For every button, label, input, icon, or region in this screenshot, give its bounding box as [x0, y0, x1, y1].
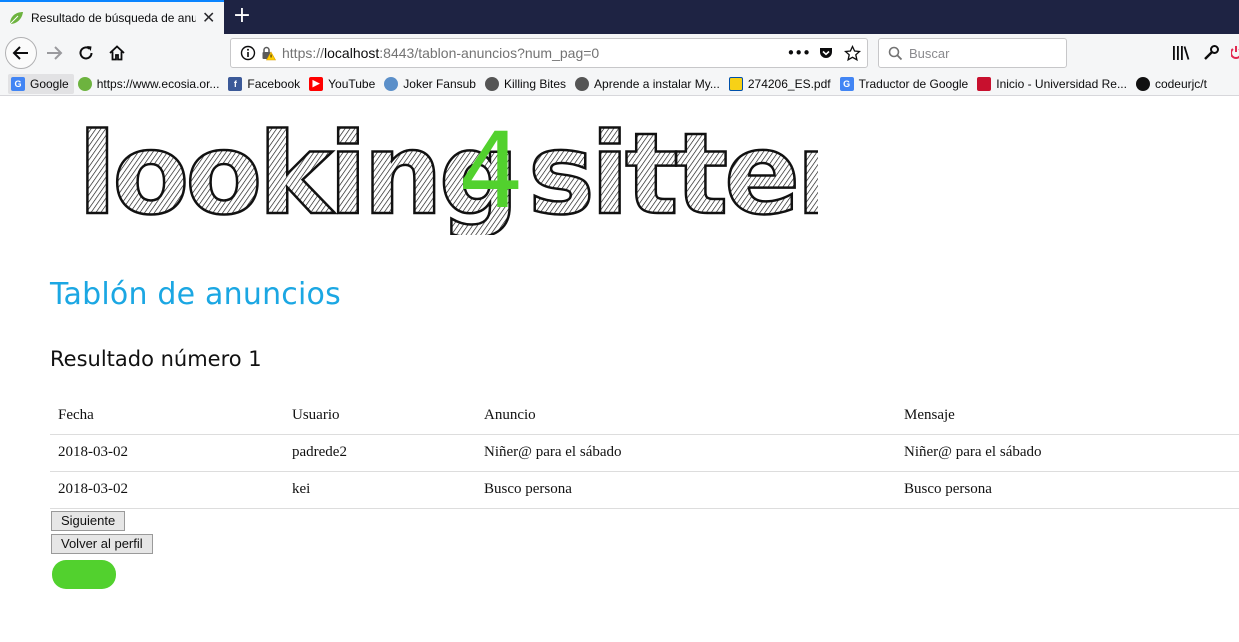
- lidl-icon: [728, 76, 743, 91]
- cell-usuario: padrede2: [284, 434, 476, 472]
- logo-text-4: 4: [458, 110, 524, 232]
- bookmark-item[interactable]: ▶ YouTube: [306, 74, 380, 94]
- column-header-fecha: Fecha: [50, 398, 284, 435]
- browser-tab-active[interactable]: Resultado de búsqueda de anuncios ✕: [0, 0, 224, 34]
- globe-icon: [484, 76, 499, 91]
- bookmark-item[interactable]: Killing Bites: [482, 74, 571, 94]
- table-header-row: Fecha Usuario Anuncio Mensaje: [50, 398, 1239, 435]
- bookmark-item[interactable]: Aprende a instalar My...: [572, 74, 725, 94]
- looking4sitter-logo: looking 4 sitter: [78, 109, 818, 235]
- bookmark-label: Google: [30, 76, 69, 91]
- library-icon[interactable]: [1172, 45, 1190, 61]
- bookmark-item[interactable]: f Facebook: [225, 74, 305, 94]
- bookmark-star-icon[interactable]: [844, 44, 861, 62]
- globe-icon: [575, 76, 590, 91]
- url-host: localhost: [324, 45, 380, 61]
- new-tab-button[interactable]: +: [231, 4, 253, 28]
- bookmark-item[interactable]: https://www.ecosia.or...: [75, 74, 225, 94]
- home-icon: [109, 45, 125, 61]
- url-text[interactable]: https://localhost:8443/tablon-anuncios?n…: [282, 45, 599, 61]
- power-icon[interactable]: [1231, 44, 1239, 61]
- bookmark-label: Killing Bites: [503, 76, 567, 91]
- bookmark-item[interactable]: G Traductor de Google: [837, 74, 974, 94]
- bookmark-label: Inicio - Universidad Re...: [996, 76, 1127, 91]
- bookmark-label: codeurjc/t: [1154, 76, 1207, 91]
- table-row: 2018-03-02 padrede2 Niñer@ para el sábad…: [50, 434, 1239, 472]
- table-row: 2018-03-02 kei Busco persona Busco perso…: [50, 471, 1239, 509]
- joker-fansub-icon: [384, 76, 399, 91]
- bookmark-label: Joker Fansub: [403, 76, 476, 91]
- reload-button[interactable]: [72, 39, 100, 67]
- arrow-left-icon: [12, 46, 28, 60]
- bookmark-item[interactable]: Inicio - Universidad Re...: [974, 74, 1132, 94]
- back-button[interactable]: [5, 37, 37, 69]
- results-table: Fecha Usuario Anuncio Mensaje 2018-03-02…: [50, 398, 1239, 509]
- logo-text-looking: looking: [78, 110, 515, 235]
- bookmark-label: https://www.ecosia.or...: [96, 76, 220, 91]
- bookmark-item[interactable]: 274206_ES.pdf: [726, 74, 836, 94]
- ecosia-icon: [77, 76, 92, 91]
- next-page-button[interactable]: Siguiente: [51, 511, 126, 531]
- back-to-profile-button[interactable]: Volver al perfil: [51, 534, 153, 554]
- info-icon[interactable]: [240, 45, 256, 61]
- cell-fecha: 2018-03-02: [50, 471, 284, 509]
- search-icon: [888, 46, 903, 60]
- cell-anuncio: Niñer@ para el sábado: [476, 434, 896, 472]
- tab-title: Resultado de búsqueda de anuncios: [31, 11, 196, 25]
- bookmark-label: 274206_ES.pdf: [747, 76, 831, 91]
- home-button[interactable]: [103, 39, 131, 67]
- cell-fecha: 2018-03-02: [50, 434, 284, 472]
- url-bar[interactable]: https://localhost:8443/tablon-anuncios?n…: [230, 38, 868, 68]
- navigation-toolbar: https://localhost:8443/tablon-anuncios?n…: [0, 34, 1239, 72]
- bookmark-label: Facebook: [247, 76, 301, 91]
- translate-icon: G: [839, 76, 854, 91]
- logo-text-sitter: sitter: [528, 110, 818, 235]
- column-header-anuncio: Anuncio: [476, 398, 896, 435]
- url-scheme: https://: [282, 45, 325, 61]
- cell-usuario: kei: [284, 471, 476, 509]
- column-header-mensaje: Mensaje: [896, 398, 1239, 435]
- url-path: :8443/tablon-anuncios?num_pag=0: [379, 45, 600, 61]
- browser-tab-strip: Resultado de búsqueda de anuncios ✕ +: [0, 0, 1239, 34]
- bookmarks-toolbar: G Google https://www.ecosia.or... f Facebook…: [0, 72, 1239, 96]
- cell-anuncio: Busco persona: [476, 471, 896, 509]
- result-heading: Resultado número 1: [50, 347, 262, 371]
- bookmark-item[interactable]: Joker Fansub: [381, 74, 481, 94]
- bookmark-label: YouTube: [328, 76, 376, 91]
- forward-button[interactable]: [40, 39, 68, 67]
- urjc-icon: [977, 76, 992, 91]
- reload-icon: [79, 46, 93, 60]
- bookmark-item[interactable]: G Google: [8, 73, 74, 94]
- bookmark-label: Aprende a instalar My...: [594, 76, 720, 91]
- page-actions-icon[interactable]: •••: [786, 44, 811, 62]
- column-header-usuario: Usuario: [284, 398, 476, 435]
- search-placeholder: Buscar: [909, 45, 950, 61]
- insecure-lock-icon[interactable]: [260, 45, 276, 61]
- page-content: looking 4 sitter Tablón de anuncios Resu…: [0, 97, 1239, 642]
- bookmark-label: Traductor de Google: [858, 76, 969, 91]
- facebook-icon: f: [228, 76, 243, 91]
- cell-mensaje: Niñer@ para el sábado: [896, 434, 1239, 472]
- search-bar[interactable]: Buscar: [878, 38, 1067, 68]
- pocket-icon[interactable]: [818, 45, 834, 61]
- close-tab-icon[interactable]: ✕: [202, 10, 215, 26]
- page-title: Tablón de anuncios: [50, 277, 341, 312]
- wrench-icon[interactable]: [1203, 44, 1220, 61]
- cell-mensaje: Busco persona: [896, 471, 1239, 509]
- github-icon: [1135, 76, 1150, 91]
- google-icon: G: [11, 76, 25, 91]
- bookmark-item[interactable]: codeurjc/t: [1133, 74, 1212, 94]
- leaf-favicon-icon: [9, 12, 23, 25]
- youtube-icon: ▶: [309, 76, 324, 91]
- arrow-right-icon: [47, 46, 63, 60]
- green-pill-button[interactable]: [52, 560, 116, 589]
